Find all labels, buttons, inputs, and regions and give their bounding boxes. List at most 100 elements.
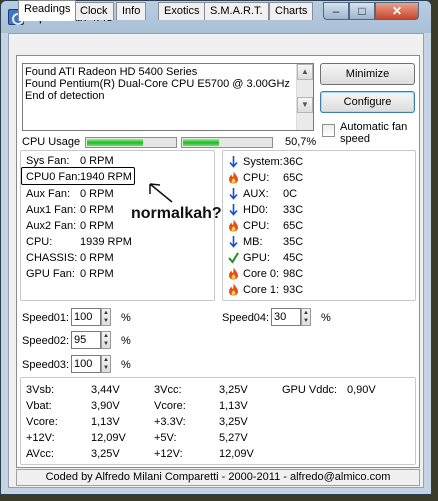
cpu-usage-percent: 50,7% [285,136,317,148]
voltage-value: 3,25V [219,416,248,428]
fan-label: Aux2 Fan: [26,220,77,232]
fan-value: 0 RPM [80,268,114,280]
speed04-input[interactable]: 30 [271,308,301,326]
spin-down-icon[interactable]: ▼ [302,317,310,325]
speed02-label: Speed02: [22,335,70,347]
fan-value: 1939 RPM [80,236,132,248]
voltage-value: 3,25V [91,448,120,460]
flame-icon [229,219,238,232]
spin-down-icon[interactable]: ▼ [102,317,110,325]
log-line: Found ATI Radeon HD 5400 Series [25,66,198,78]
flame-icon [229,267,238,280]
temp-value: 36C [283,156,304,168]
spin-up-icon[interactable]: ▲ [302,309,310,317]
log-scrollbar[interactable]: ▲ ▼ [296,64,313,130]
scroll-up-icon[interactable]: ▲ [297,64,313,80]
voltage-label: Vbat: [26,400,52,412]
auto-fan-speed-checkbox[interactable] [322,124,335,137]
arrow-down-icon [229,156,238,168]
fan-value: 0 RPM [80,188,114,200]
voltage-value: 3,90V [91,400,120,412]
spin-down-icon[interactable]: ▼ [102,340,110,348]
speed03-spinner[interactable]: ▲ ▼ [101,355,111,373]
fan-label: Aux Fan: [26,188,71,200]
voltage-label: +12V: [26,432,55,444]
speed02-spinner[interactable]: ▲ ▼ [101,331,111,349]
temp-label: HD0: [243,204,269,216]
checkmark-icon [228,252,239,264]
annotation-arrow-icon [149,183,173,203]
fan-value: 0 RPM [80,155,114,167]
configure-button[interactable]: Configure [320,91,415,113]
speed01-label: Speed01: [22,312,70,324]
speed03-unit: % [121,359,131,371]
voltage-value: 1,13V [91,416,120,428]
spin-up-icon[interactable]: ▲ [102,356,110,364]
tab-info[interactable]: Info [116,2,147,20]
fan-value: 1940 RPM [80,171,132,183]
speed04-spinner[interactable]: ▲ ▼ [301,308,311,326]
detection-log[interactable]: Found ATI Radeon HD 5400 Series Found Pe… [22,63,314,131]
cpu-usage-fill-core1 [87,139,143,146]
annotation-text: normalkah? [131,205,222,222]
window-close-button[interactable]: ✕ [375,2,419,20]
status-bar: Coded by Alfredo Milani Comparetti - 200… [16,469,420,486]
fan-label: Sys Fan: [26,155,70,167]
spin-up-icon[interactable]: ▲ [102,332,110,340]
tab-exotics[interactable]: Exotics [158,2,206,20]
voltage-value: 3,44V [91,384,120,396]
cpu-usage-bar-core1 [85,137,177,148]
temp-label: AUX: [243,188,269,200]
voltage-label: 3Vcc: [154,384,182,396]
speed03-input[interactable]: 100 [71,355,101,373]
temp-label: System: [243,156,283,168]
cpu-usage-label: CPU Usage [22,136,81,148]
temp-label: Core 1: [243,284,280,296]
arrow-down-icon [229,188,238,200]
voltage-value: 5,27V [219,432,248,444]
tab-charts[interactable]: Charts [269,2,314,20]
voltage-value: 12,09V [91,432,126,444]
temp-label: MB: [243,236,263,248]
spin-down-icon[interactable]: ▼ [102,364,110,372]
fan-label: CPU0 Fan: [26,171,81,183]
fan-value: 0 RPM [80,220,114,232]
fan-label: CPU: [26,236,53,248]
log-line: End of detection [25,90,105,102]
arrow-down-icon [229,236,238,248]
voltage-label: AVcc: [26,448,54,460]
tab-clock[interactable]: Clock [74,2,114,20]
tab-readings[interactable]: Readings [18,0,77,21]
flame-icon [229,283,238,296]
speed01-input[interactable]: 100 [71,308,101,326]
temp-value: 45C [283,252,304,264]
minimize-button[interactable]: Minimize [320,63,415,85]
speed04-unit: % [321,312,331,324]
voltage-label: Vcore: [154,400,186,412]
temp-label: GPU: [243,252,270,264]
speed02-input[interactable]: 95 [71,331,101,349]
window-maximize-button[interactable]: □ [349,2,375,20]
temp-value: 93C [283,284,304,296]
fan-label: Aux1 Fan: [26,204,77,216]
log-line: Found Pentium(R) Dual-Core CPU E5700 @ 3… [25,78,290,90]
voltage-label: +3.3V: [154,416,186,428]
tab-smart[interactable]: S.M.A.R.T. [204,2,269,20]
voltage-label: Vcore: [26,416,58,428]
speed01-spinner[interactable]: ▲ ▼ [101,308,111,326]
spin-up-icon[interactable]: ▲ [102,309,110,317]
voltage-label: +5V: [154,432,177,444]
fan-label: GPU Fan: [26,268,75,280]
voltage-value: 1,13V [219,400,248,412]
fan-value: 0 RPM [80,252,114,264]
window-minimize-button[interactable]: – [323,2,349,20]
fan-label: CHASSIS: [26,252,78,264]
temp-label: Core 0: [243,268,280,280]
scroll-down-icon[interactable]: ▼ [297,97,313,113]
cpu-usage-fill-core2 [183,139,219,146]
speed02-unit: % [121,335,131,347]
voltage-label: GPU Vddc: [282,384,338,396]
temp-value: 65C [283,220,304,232]
voltage-value: 12,09V [219,448,254,460]
voltage-label: +12V: [154,448,183,460]
